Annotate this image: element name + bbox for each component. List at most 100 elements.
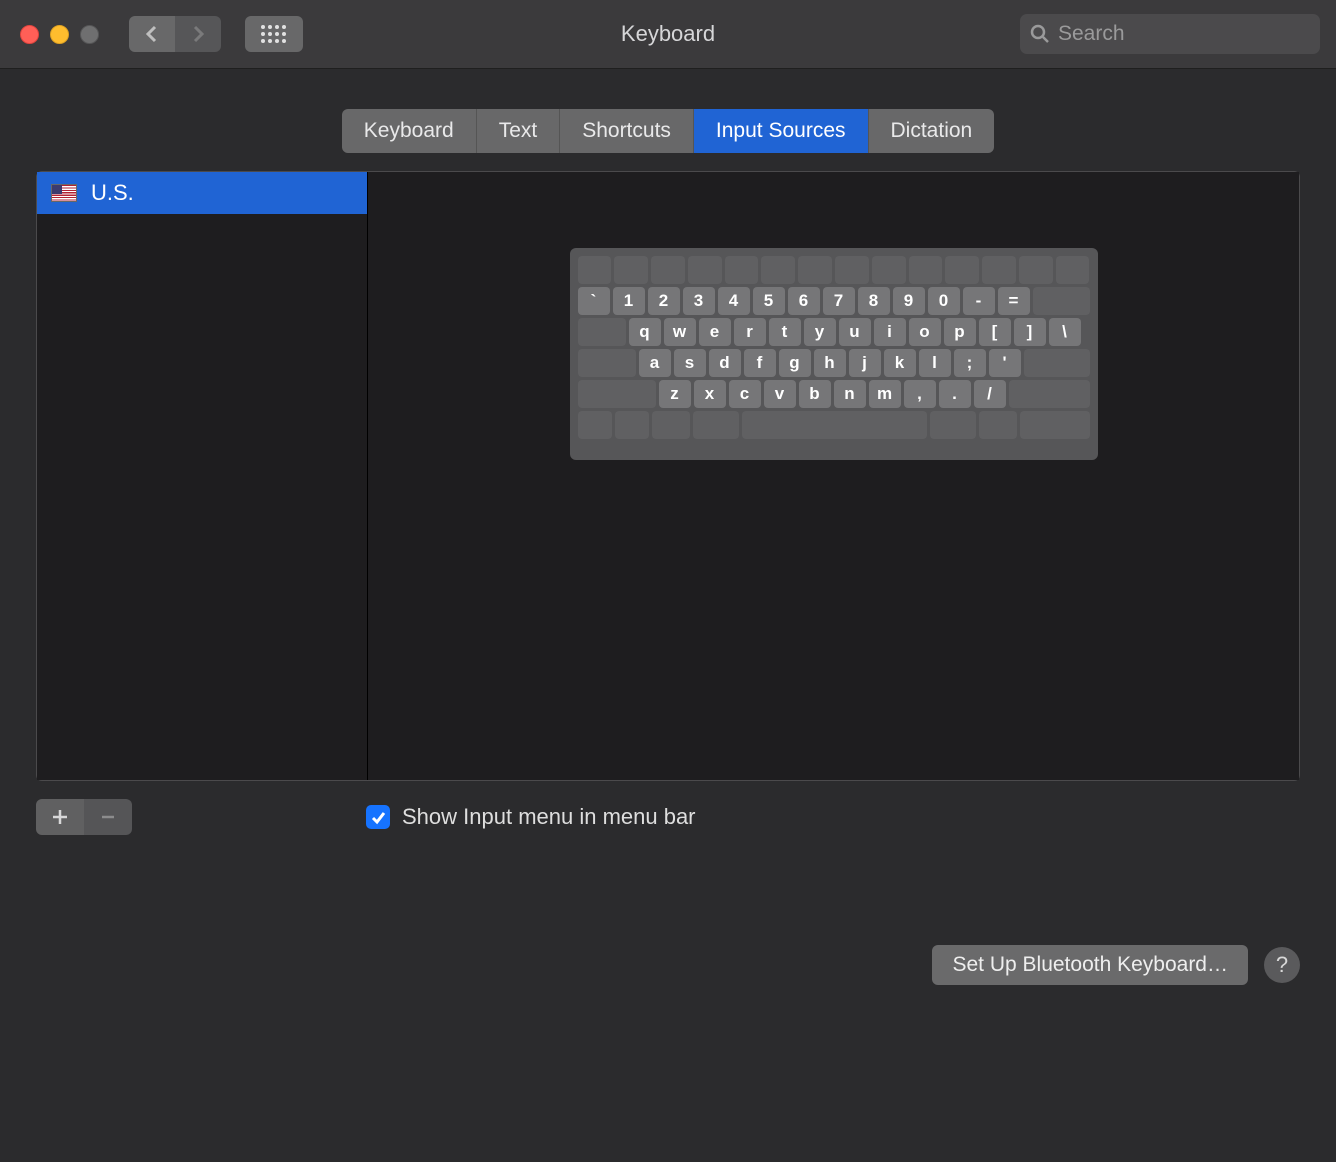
key-command-left [693,411,739,439]
key-lbracket: [ [979,318,1011,346]
key-y: y [804,318,836,346]
key-f7 [835,256,869,284]
input-source-list[interactable]: U.S. [37,172,368,780]
key-9: 9 [893,287,925,315]
key-fn [578,411,612,439]
key-f9 [909,256,943,284]
input-source-label: U.S. [91,180,134,206]
key-f4 [725,256,759,284]
key-6: 6 [788,287,820,315]
grid-icon [259,23,289,45]
key-f11 [982,256,1016,284]
key-command-right [930,411,976,439]
key-backslash: \ [1049,318,1081,346]
key-period: . [939,380,971,408]
key-i: i [874,318,906,346]
key-5: 5 [753,287,785,315]
show-input-menu-checkbox[interactable] [366,805,390,829]
tab-dictation[interactable]: Dictation [869,109,995,153]
key-d: d [709,349,741,377]
key-comma: , [904,380,936,408]
titlebar: Keyboard Search [0,0,1336,69]
help-button[interactable]: ? [1264,947,1300,983]
minimize-window-button[interactable] [50,25,69,44]
footer: Set Up Bluetooth Keyboard… ? [36,945,1300,985]
keyboard-preview: ` 1 2 3 4 5 6 7 8 9 0 - = [570,248,1098,460]
key-option-left [652,411,690,439]
key-option-right [979,411,1017,439]
key-g: g [779,349,811,377]
key-s: s [674,349,706,377]
key-m: m [869,380,901,408]
key-equals: = [998,287,1030,315]
search-placeholder: Search [1058,22,1125,46]
key-f10 [945,256,979,284]
key-8: 8 [858,287,890,315]
setup-bluetooth-keyboard-button[interactable]: Set Up Bluetooth Keyboard… [932,945,1248,985]
back-button[interactable] [129,16,175,52]
key-p: p [944,318,976,346]
key-l: l [919,349,951,377]
tab-shortcuts[interactable]: Shortcuts [560,109,694,153]
forward-button[interactable] [175,16,221,52]
key-a: a [639,349,671,377]
key-eject [1056,256,1090,284]
search-input[interactable]: Search [1020,14,1320,54]
key-f3 [688,256,722,284]
nav-segment [129,16,221,52]
remove-input-source-button[interactable] [84,799,132,835]
key-1: 1 [613,287,645,315]
key-j: j [849,349,881,377]
zoom-window-button[interactable] [80,25,99,44]
key-f2 [651,256,685,284]
key-space [742,411,927,439]
key-z: z [659,380,691,408]
key-0: 0 [928,287,960,315]
tab-input-sources[interactable]: Input Sources [694,109,869,153]
key-f: f [744,349,776,377]
add-remove-segment [36,799,132,835]
key-2: 2 [648,287,680,315]
add-input-source-button[interactable] [36,799,84,835]
key-f8 [872,256,906,284]
key-shift-right [1009,380,1090,408]
key-tab [578,318,626,346]
checkmark-icon [370,809,386,825]
input-source-item[interactable]: U.S. [37,172,367,214]
key-3: 3 [683,287,715,315]
close-window-button[interactable] [20,25,39,44]
panel: U.S. [36,171,1300,781]
key-arrows [1020,411,1090,439]
key-h: h [814,349,846,377]
key-f6 [798,256,832,284]
key-b: b [799,380,831,408]
key-f1 [614,256,648,284]
key-e: e [699,318,731,346]
show-all-button[interactable] [245,16,303,52]
search-icon [1030,24,1050,44]
tab-keyboard[interactable]: Keyboard [342,109,477,153]
window-title: Keyboard [621,21,715,47]
minus-icon [99,808,117,826]
key-k: k [884,349,916,377]
content: Keyboard Text Shortcuts Input Sources Di… [0,69,1336,1015]
key-minus: - [963,287,995,315]
key-control [615,411,649,439]
tab-group: Keyboard Text Shortcuts Input Sources Di… [342,109,994,153]
key-backtick: ` [578,287,610,315]
key-f5 [761,256,795,284]
key-return [1024,349,1090,377]
plus-icon [51,808,69,826]
key-n: n [834,380,866,408]
key-w: w [664,318,696,346]
tab-text[interactable]: Text [477,109,561,153]
key-q: q [629,318,661,346]
key-capslock [578,349,636,377]
key-u: u [839,318,871,346]
key-slash: / [974,380,1006,408]
key-esc [578,256,612,284]
key-4: 4 [718,287,750,315]
keyboard-preview-pane: ` 1 2 3 4 5 6 7 8 9 0 - = [368,172,1299,780]
key-v: v [764,380,796,408]
key-7: 7 [823,287,855,315]
